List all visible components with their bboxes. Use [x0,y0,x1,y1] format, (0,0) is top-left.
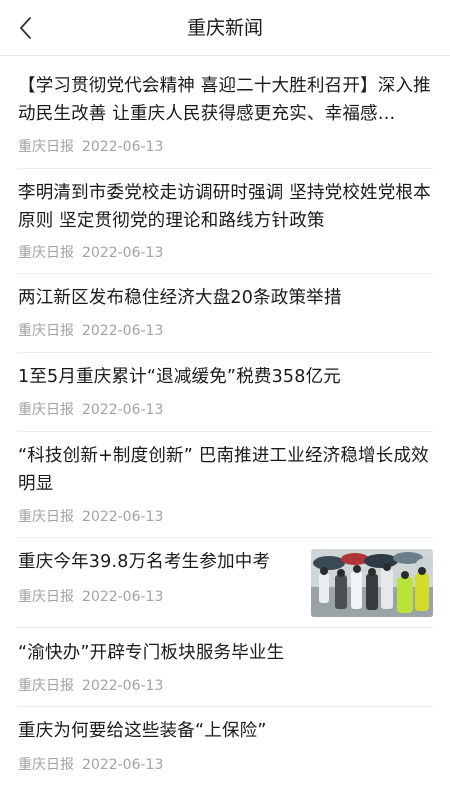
news-title: 重庆今年39.8万名考生参加中考 [18,552,271,572]
news-item[interactable]: 李明清到市委党校走访调研时强调 坚持党校姓党根本原则 坚定贯彻党的理论和路线方针… [17,169,433,274]
news-date: 2022-06-13 [82,678,164,694]
news-meta: 重庆日报 2022-06-13 [18,401,163,419]
news-meta: 重庆日报 2022-06-13 [18,138,163,156]
news-source: 重庆日报 [18,139,74,155]
news-meta: 重庆日报 2022-06-13 [18,322,163,340]
news-photo [311,549,433,617]
news-date: 2022-06-13 [82,139,164,155]
news-source: 重庆日报 [18,402,74,418]
news-date: 2022-06-13 [82,323,164,339]
news-title: “渝快办”开辟专门板块服务毕业生 [18,643,285,663]
news-source: 重庆日报 [18,757,74,773]
news-title: 【学习贯彻党代会精神 喜迎二十大胜利召开】深入推动民生改善 让重庆人民获得感更充… [18,76,431,124]
news-item[interactable]: 重庆今年39.8万名考生参加中考 重庆日报 2022-06-13 [17,538,433,628]
news-date: 2022-06-13 [82,509,164,525]
news-meta: 重庆日报 2022-06-13 [18,588,163,606]
news-date: 2022-06-13 [82,245,164,261]
news-title: “科技创新+制度创新” 巴南推进工业经济稳增长成效明显 [18,446,429,494]
page-title: 重庆新闻 [186,17,263,39]
news-item[interactable]: 【学习贯彻党代会精神 喜迎二十大胜利召开】深入推动民生改善 让重庆人民获得感更充… [17,56,433,169]
news-thumbnail [311,549,433,617]
news-date: 2022-06-13 [82,757,164,773]
news-list: 【学习贯彻党代会精神 喜迎二十大胜利召开】深入推动民生改善 让重庆人民获得感更充… [0,56,450,787]
news-source: 重庆日报 [18,323,74,339]
news-meta: 重庆日报 2022-06-13 [18,508,163,526]
news-title: 1至5月重庆累计“退减缓免”税费358亿元 [18,367,342,387]
news-date: 2022-06-13 [82,402,164,418]
news-item[interactable]: “渝快办”开辟专门板块服务毕业生 重庆日报 2022-06-13 [17,628,433,707]
news-date: 2022-06-13 [82,589,164,605]
news-source: 重庆日报 [18,589,74,605]
top-navigation-bar: 重庆新闻 [0,0,450,56]
news-source: 重庆日报 [18,678,74,694]
news-meta: 重庆日报 2022-06-13 [18,677,163,695]
news-item[interactable]: 两江新区发布稳住经济大盘20条政策举措 重庆日报 2022-06-13 [17,274,433,353]
news-meta: 重庆日报 2022-06-13 [18,756,163,774]
news-meta: 重庆日报 2022-06-13 [18,244,163,262]
news-title: 重庆为何要给这些装备“上保险” [18,721,267,741]
news-item[interactable]: “科技创新+制度创新” 巴南推进工业经济稳增长成效明显 重庆日报 2022-06-… [17,432,433,538]
news-source: 重庆日报 [18,245,74,261]
news-title: 两江新区发布稳住经济大盘20条政策举措 [18,288,342,308]
news-item[interactable]: 重庆为何要给这些装备“上保险” 重庆日报 2022-06-13 [17,707,433,787]
news-title: 李明清到市委党校走访调研时强调 坚持党校姓党根本原则 坚定贯彻党的理论和路线方针… [18,183,431,231]
news-source: 重庆日报 [18,509,74,525]
news-item[interactable]: 1至5月重庆累计“退减缓免”税费358亿元 重庆日报 2022-06-13 [17,353,433,432]
